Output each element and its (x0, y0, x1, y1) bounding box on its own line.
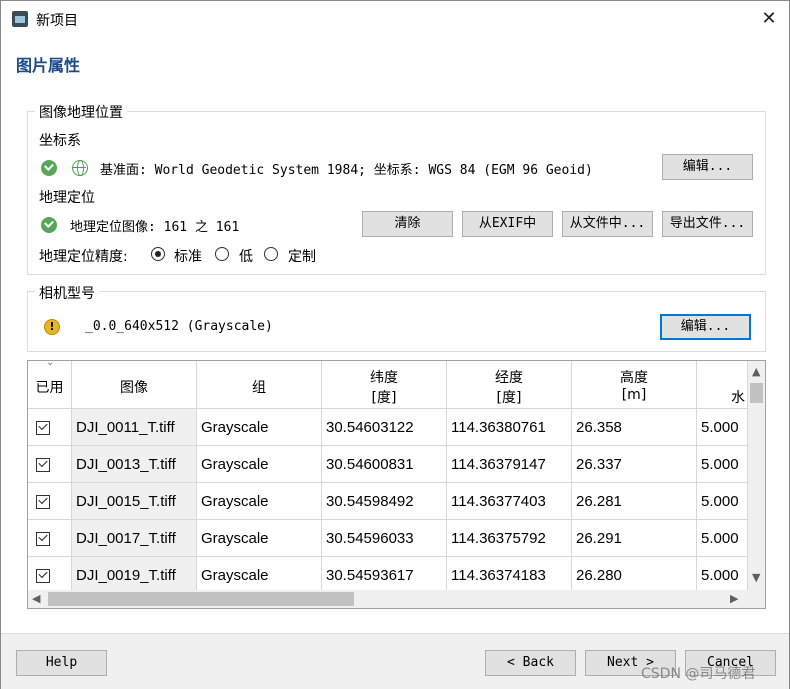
image-cell: DJI_0011_T.tiff (72, 409, 197, 446)
check-circle-icon (41, 217, 57, 233)
altitude-cell: 26.291 (572, 520, 697, 557)
export-file-button[interactable]: 导出文件... (662, 211, 753, 237)
camera-edit-button[interactable]: 编辑... (660, 314, 751, 340)
altitude-cell: 26.281 (572, 483, 697, 520)
group-cell: Grayscale (197, 483, 322, 520)
image-cell: DJI_0017_T.tiff (72, 520, 197, 557)
altitude-cell: 26.337 (572, 446, 697, 483)
longitude-cell: 114.36380761 (447, 409, 572, 446)
accuracy-cell: 5.000 (697, 557, 748, 594)
image-table[interactable]: ⌄ 已用 图像 组 纬度 [度] 经度 [度] 高度 [m] 水 DJI_001… (27, 360, 766, 609)
accuracy-low-label: 低 (239, 249, 253, 265)
altitude-cell: 26.358 (572, 409, 697, 446)
enabled-checkbox[interactable] (36, 421, 50, 435)
column-header-longitude[interactable]: 经度 [度] (447, 361, 572, 409)
enabled-checkbox[interactable] (36, 569, 50, 583)
scroll-down-icon[interactable]: ▼ (752, 571, 760, 584)
group-cell: Grayscale (197, 446, 322, 483)
coord-edit-button[interactable]: 编辑... (662, 154, 753, 180)
datum-text: 基准面: World Geodetic System 1984; 坐标系: WG… (100, 163, 593, 178)
column-header-altitude[interactable]: 高度 [m] (572, 361, 697, 409)
accuracy-cell: 5.000 (697, 520, 748, 557)
horizontal-scroll-thumb[interactable] (48, 592, 354, 606)
column-header-group[interactable]: 组 (197, 361, 322, 409)
page-title: 图片属性 (16, 56, 81, 75)
vertical-scroll-thumb[interactable] (750, 383, 763, 403)
accuracy-cell: 5.000 (697, 446, 748, 483)
enabled-cell (28, 483, 72, 520)
check-circle-icon (41, 160, 57, 176)
latitude-cell: 30.54600831 (322, 446, 447, 483)
clear-button[interactable]: 清除 (362, 211, 453, 237)
enabled-cell (28, 557, 72, 594)
enabled-cell (28, 446, 72, 483)
window-title: 新项目 (36, 13, 78, 29)
warning-icon: ! (44, 319, 60, 335)
vertical-scrollbar[interactable]: ▲ ▼ (748, 361, 765, 591)
camera-model-text: _0.0_640x512 (Grayscale) (85, 319, 273, 334)
latitude-cell: 30.54596033 (322, 520, 447, 557)
app-icon (12, 11, 28, 27)
image-cell: DJI_0019_T.tiff (72, 557, 197, 594)
enabled-checkbox[interactable] (36, 458, 50, 472)
accuracy-custom-radio[interactable] (264, 247, 278, 261)
accuracy-standard-radio[interactable] (151, 247, 165, 261)
scroll-right-icon[interactable]: ▶ (730, 592, 738, 605)
coord-system-label: 坐标系 (39, 133, 81, 149)
enabled-cell (28, 409, 72, 446)
help-button[interactable]: Help (16, 650, 107, 676)
latitude-cell: 30.54593617 (322, 557, 447, 594)
accuracy-label: 地理定位精度: (39, 249, 128, 265)
column-header-latitude[interactable]: 纬度 [度] (322, 361, 447, 409)
camera-group-title: 相机型号 (35, 283, 99, 303)
longitude-cell: 114.36374183 (447, 557, 572, 594)
latitude-cell: 30.54603122 (322, 409, 447, 446)
accuracy-standard-label: 标准 (174, 249, 202, 265)
scroll-left-icon[interactable]: ◀ (32, 592, 40, 605)
column-header-horizontal-accuracy[interactable]: 水 (697, 361, 748, 409)
accuracy-custom-label: 定制 (288, 249, 316, 265)
longitude-cell: 114.36375792 (447, 520, 572, 557)
geolocation-count-text: 地理定位图像: 161 之 161 (70, 220, 240, 235)
accuracy-low-radio[interactable] (215, 247, 229, 261)
close-icon[interactable]: ✕ (753, 5, 785, 33)
enabled-cell (28, 520, 72, 557)
accuracy-cell: 5.000 (697, 483, 748, 520)
enabled-checkbox[interactable] (36, 495, 50, 509)
title-bar: 新项目 ✕ (1, 1, 789, 37)
from-file-button[interactable]: 从文件中... (562, 211, 653, 237)
latitude-cell: 30.54598492 (322, 483, 447, 520)
scroll-up-icon[interactable]: ▲ (752, 365, 760, 378)
from-exif-button[interactable]: 从EXIF中 (462, 211, 553, 237)
column-header-image[interactable]: 图像 (72, 361, 197, 409)
back-button[interactable]: < Back (485, 650, 576, 676)
geolocation-label: 地理定位 (39, 190, 95, 206)
group-cell: Grayscale (197, 520, 322, 557)
altitude-cell: 26.280 (572, 557, 697, 594)
accuracy-cell: 5.000 (697, 409, 748, 446)
watermark-text: CSDN @司马德君 (641, 666, 756, 682)
longitude-cell: 114.36379147 (447, 446, 572, 483)
horizontal-scrollbar[interactable]: ◀ ▶ (28, 590, 765, 608)
dialog-window: 新项目 ✕ 图片属性 图像地理位置 坐标系 基准面: World Geodeti… (0, 0, 790, 689)
geolocation-group (27, 111, 766, 275)
group-cell: Grayscale (197, 557, 322, 594)
image-cell: DJI_0013_T.tiff (72, 446, 197, 483)
enabled-checkbox[interactable] (36, 532, 50, 546)
group-cell: Grayscale (197, 409, 322, 446)
sort-indicator-icon: ⌄ (46, 360, 55, 368)
longitude-cell: 114.36377403 (447, 483, 572, 520)
column-header-enabled[interactable]: ⌄ 已用 (28, 361, 72, 409)
geolocation-group-title: 图像地理位置 (35, 102, 127, 122)
image-cell: DJI_0015_T.tiff (72, 483, 197, 520)
globe-icon (72, 160, 88, 176)
